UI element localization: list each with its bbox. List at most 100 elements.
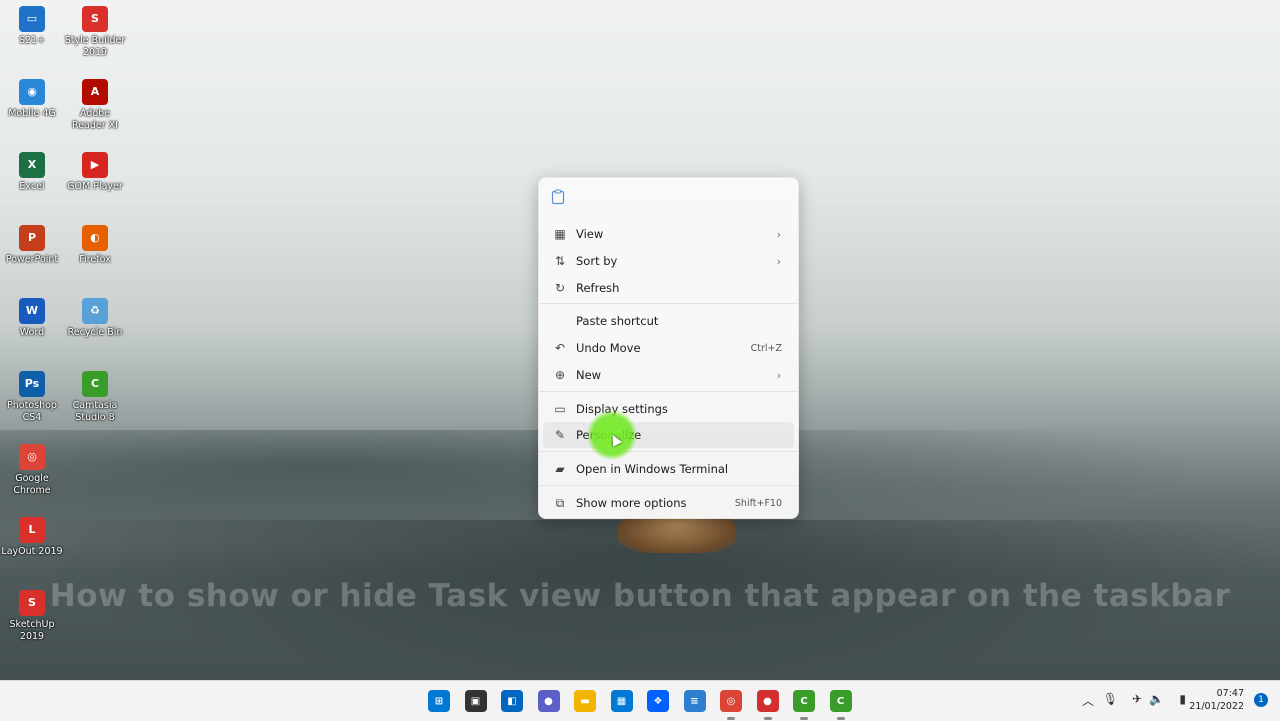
menu-item-undo-move[interactable]: ↶ Undo Move Ctrl+Z <box>543 335 794 361</box>
desktop-icon-label: GOM Player <box>67 181 123 192</box>
video-caption: How to show or hide Task view button tha… <box>49 578 1231 614</box>
desktop-icon[interactable]: ◐ Firefox <box>64 225 126 266</box>
taskbar-app-icon[interactable]: ⊞ <box>428 690 450 712</box>
taskbar-app-icon[interactable]: ▬ <box>574 690 596 712</box>
menu-item-label: Open in Windows Terminal <box>576 462 729 476</box>
menu-item-display-settings[interactable]: ▭ Display settings <box>543 396 794 422</box>
desktop-icon[interactable]: ◎ Google Chrome <box>1 444 63 497</box>
desktop-icon-label: Mobile 4G <box>8 108 56 119</box>
desktop-icon[interactable]: S Style Builder 2019 <box>64 6 126 59</box>
shortcut-label: Shift+F10 <box>734 497 782 509</box>
menu-item-label: Refresh <box>576 281 620 295</box>
clock[interactable]: 07:47 21/01/2022 <box>1189 687 1244 713</box>
desktop-icon-label: Firefox <box>79 254 111 265</box>
desktop-icon[interactable]: W Word <box>1 298 63 339</box>
menu-divider <box>539 451 798 452</box>
menu-item-label: New <box>576 368 602 382</box>
desktop-icon-label: Photoshop CS4 <box>7 400 57 423</box>
menu-item-view[interactable]: ▦ View › <box>543 221 794 247</box>
paste-icon[interactable] <box>551 189 565 205</box>
clock-date: 21/01/2022 <box>1189 701 1244 712</box>
menu-item-refresh[interactable]: ↻ Refresh <box>543 275 794 301</box>
clock-time: 07:47 <box>1216 688 1244 699</box>
desktop-icon-label: Style Builder 2019 <box>64 35 126 58</box>
app-icon: C <box>82 371 108 397</box>
taskbar-app-icon[interactable]: ◧ <box>501 690 523 712</box>
microphone-icon[interactable]: 🎙 <box>1103 692 1118 706</box>
app-icon: S <box>82 6 108 32</box>
desktop-icon[interactable]: ◉ Mobile 4G <box>1 79 63 120</box>
desktop-icon-label: Recycle Bin <box>67 327 123 338</box>
refresh-icon: ↻ <box>554 281 566 295</box>
plus-circle-icon: ⊕ <box>554 368 566 382</box>
app-icon: ◉ <box>19 79 45 105</box>
desktop-icon-label: Google Chrome <box>13 473 51 496</box>
desktop-icon-label: Camtasia Studio 8 <box>72 400 118 423</box>
desktop-icon-label: LayOut 2019 <box>1 546 63 557</box>
desktop-icon[interactable]: Ps Photoshop CS4 <box>1 371 63 424</box>
desktop-context-menu: ▦ View › ⇅ Sort by › ↻ Refresh Paste sho… <box>538 177 799 519</box>
taskbar-app-icon[interactable]: ▦ <box>610 690 633 712</box>
menu-item-label: Personalize <box>576 428 642 442</box>
app-icon: ◐ <box>82 225 108 251</box>
desktop-icon[interactable]: ▶ GOM Player <box>64 152 126 193</box>
menu-divider <box>539 303 798 304</box>
desktop-icon[interactable]: X Excel <box>1 152 63 193</box>
shortcut-label: Ctrl+Z <box>750 342 782 354</box>
menu-divider <box>539 391 798 392</box>
chevron-right-icon: › <box>776 368 781 382</box>
menu-divider <box>539 485 798 486</box>
desktop-icon-label: Adobe Reader XI <box>72 108 118 131</box>
terminal-icon: ▰ <box>555 462 565 476</box>
app-icon: A <box>82 79 108 105</box>
undo-icon: ↶ <box>554 341 566 355</box>
battery-icon[interactable]: ▮ <box>1179 692 1186 706</box>
menu-item-label: Paste shortcut <box>576 314 659 328</box>
taskbar-app-icon[interactable]: ≡ <box>683 690 706 712</box>
airplane-icon[interactable]: ✈ <box>1132 692 1142 706</box>
menu-item-paste-shortcut[interactable]: Paste shortcut <box>543 308 794 334</box>
desktop-icon[interactable]: ▭ S21+ <box>1 6 63 47</box>
sort-icon: ⇅ <box>554 254 566 268</box>
desktop-icon-label: SketchUp 2019 <box>9 619 55 642</box>
taskbar-app-icon[interactable]: ● <box>756 690 779 712</box>
menu-item-label: Sort by <box>576 254 618 268</box>
chevron-up-icon[interactable]: ︿ <box>1082 692 1094 709</box>
speaker-icon[interactable]: 🔈 <box>1149 692 1164 706</box>
taskbar-app-icon[interactable]: ◎ <box>720 690 742 712</box>
menu-item-sort-by[interactable]: ⇅ Sort by › <box>543 248 794 274</box>
pen-icon: ✎ <box>554 428 566 442</box>
app-icon: ◎ <box>19 444 45 470</box>
notification-badge[interactable]: 1 <box>1254 693 1268 707</box>
desktop-icon-label: Excel <box>19 181 45 192</box>
app-icon: W <box>19 298 45 324</box>
desktop-icon[interactable]: L LayOut 2019 <box>1 517 63 558</box>
app-icon: Ps <box>19 371 45 397</box>
display-icon: ▭ <box>554 402 566 416</box>
desktop-icon-label: S21+ <box>18 35 46 46</box>
menu-item-show-more-options[interactable]: ⧉ Show more options Shift+F10 <box>543 490 794 516</box>
app-icon: ▭ <box>19 6 45 32</box>
menu-item-new[interactable]: ⊕ New › <box>543 362 794 388</box>
desktop-icon[interactable]: ♻ Recycle Bin <box>64 298 126 339</box>
chevron-right-icon: › <box>776 254 781 268</box>
app-icon: P <box>19 225 45 251</box>
taskbar-app-icon[interactable]: ❖ <box>647 690 669 712</box>
desktop-icon[interactable]: A Adobe Reader XI <box>64 79 126 132</box>
app-icon: X <box>19 152 45 178</box>
desktop-icon-label: PowerPoint <box>5 254 59 265</box>
taskbar-app-icon[interactable]: C <box>793 690 815 712</box>
taskbar-app-icon[interactable]: ▣ <box>464 690 487 712</box>
desktop-icon[interactable]: P PowerPoint <box>1 225 63 266</box>
chevron-right-icon: › <box>776 227 781 241</box>
desktop-icon-label: Word <box>19 327 45 338</box>
desktop-icon[interactable]: C Camtasia Studio 8 <box>64 371 126 424</box>
menu-item-label: Show more options <box>576 496 687 510</box>
menu-item-open-terminal[interactable]: ▰ Open in Windows Terminal <box>543 456 794 482</box>
taskbar-app-icon[interactable]: C <box>829 690 852 712</box>
share-icon: ⧉ <box>555 495 565 510</box>
menu-item-personalize[interactable]: ✎ Personalize <box>543 422 794 448</box>
taskbar-app-icon[interactable]: ● <box>537 690 560 712</box>
grid-icon: ▦ <box>554 227 566 241</box>
menu-item-label: Display settings <box>576 402 668 416</box>
